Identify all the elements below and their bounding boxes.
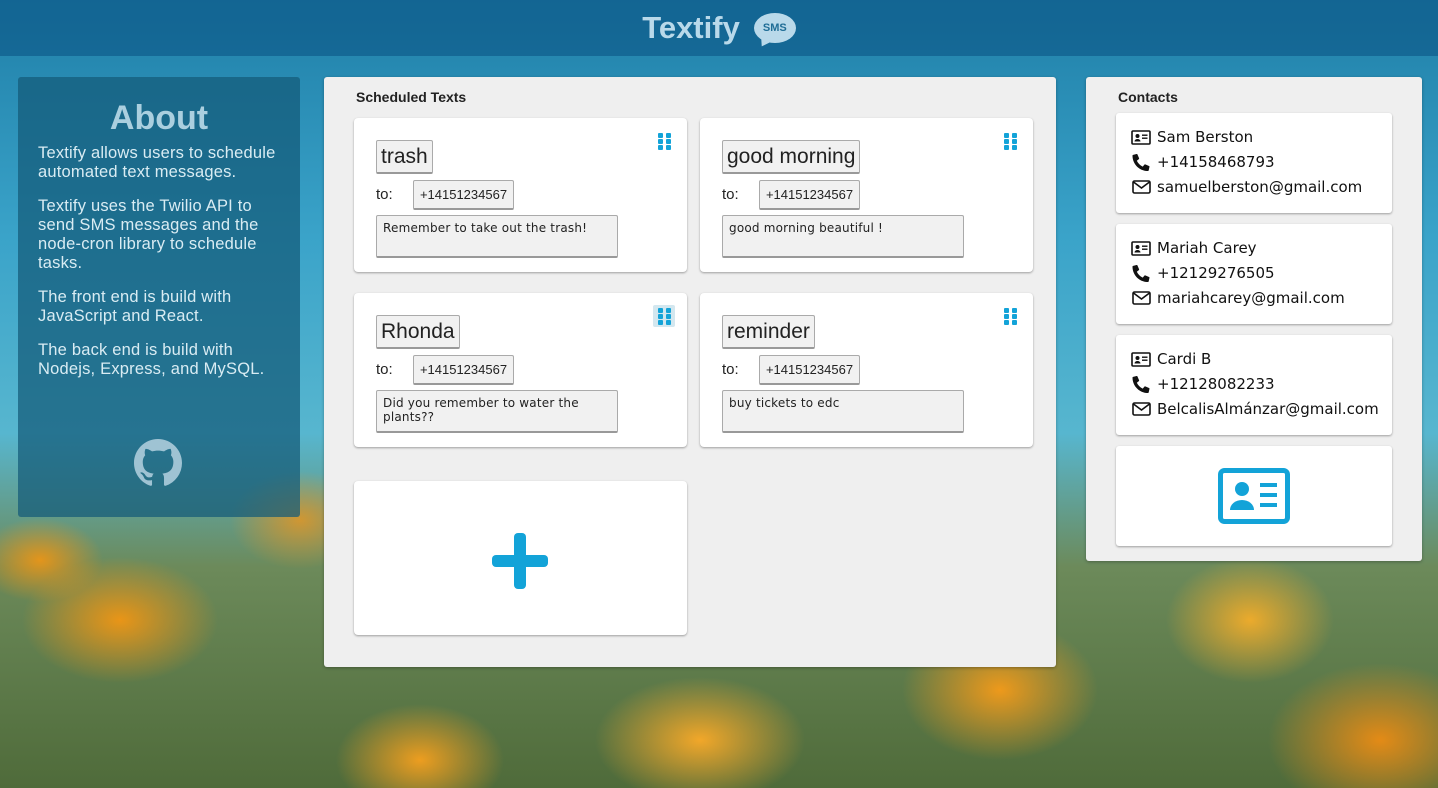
id-card-icon bbox=[1131, 240, 1151, 256]
envelope-icon bbox=[1131, 402, 1151, 416]
contacts-panel: Contacts Sam Berston +14158468793 samuel… bbox=[1086, 77, 1422, 561]
text-title-input[interactable]: trash bbox=[376, 140, 433, 174]
scheduled-texts-title: Scheduled Texts bbox=[356, 89, 467, 105]
contact-name-row: Mariah Carey bbox=[1131, 239, 1257, 257]
contact-email-row: samuelberston@gmail.com bbox=[1131, 178, 1362, 196]
contact-phone-row: +14158468793 bbox=[1131, 153, 1275, 171]
id-card-icon bbox=[1218, 468, 1290, 524]
to-label: to: bbox=[376, 186, 393, 203]
phone-icon bbox=[1131, 264, 1151, 282]
contacts-title: Contacts bbox=[1118, 89, 1178, 105]
contact-email-row: mariahcarey@gmail.com bbox=[1131, 289, 1345, 307]
drag-handle-icon[interactable] bbox=[999, 305, 1021, 327]
scheduled-texts-panel: Scheduled Texts trash to: +14151234567 R… bbox=[324, 77, 1056, 667]
contact-name-row: Cardi B bbox=[1131, 350, 1211, 368]
phone-icon bbox=[1131, 153, 1151, 171]
to-label: to: bbox=[722, 186, 739, 203]
contact-phone: +14158468793 bbox=[1157, 153, 1275, 171]
text-title-input[interactable]: good morning bbox=[722, 140, 861, 174]
phone-input[interactable]: +14151234567 bbox=[759, 180, 860, 210]
drag-handle-icon[interactable] bbox=[999, 130, 1021, 152]
contact-name: Mariah Carey bbox=[1157, 239, 1257, 257]
add-contact-button[interactable] bbox=[1116, 446, 1392, 546]
github-icon[interactable] bbox=[134, 439, 182, 487]
scheduled-text-card: trash to: +14151234567 Remember to take … bbox=[354, 118, 687, 272]
contact-card[interactable]: Sam Berston +14158468793 samuelberston@g… bbox=[1116, 113, 1392, 213]
scheduled-text-card: good morning to: +14151234567 good morni… bbox=[700, 118, 1033, 272]
contact-email-row: BelcalisAlmánzar@gmail.com bbox=[1131, 400, 1379, 418]
message-input[interactable]: Did you remember to water the plants?? bbox=[376, 390, 618, 433]
brand: Textify SMS bbox=[642, 10, 796, 46]
phone-icon bbox=[1131, 375, 1151, 393]
phone-input[interactable]: +14151234567 bbox=[413, 355, 514, 385]
contact-phone: +12129276505 bbox=[1157, 264, 1275, 282]
contact-name: Cardi B bbox=[1157, 350, 1212, 368]
contact-phone-row: +12128082233 bbox=[1131, 375, 1275, 393]
message-input[interactable]: Remember to take out the trash! bbox=[376, 215, 618, 258]
about-title: About bbox=[109, 99, 209, 137]
message-input[interactable]: buy tickets to edc bbox=[722, 390, 964, 433]
contact-email: BelcalisAlmánzar@gmail.com bbox=[1157, 400, 1379, 418]
phone-input[interactable]: +14151234567 bbox=[759, 355, 860, 385]
top-bar: Textify SMS bbox=[0, 0, 1438, 56]
sms-logo-icon: SMS bbox=[753, 13, 796, 43]
drag-handle-icon[interactable] bbox=[653, 305, 675, 327]
contact-email: samuelberston@gmail.com bbox=[1157, 178, 1363, 196]
envelope-icon bbox=[1131, 180, 1151, 194]
id-card-icon bbox=[1131, 129, 1151, 145]
drag-handle-icon[interactable] bbox=[653, 130, 675, 152]
contact-name-row: Sam Berston bbox=[1131, 128, 1253, 146]
contact-phone: +12128082233 bbox=[1157, 375, 1275, 393]
scheduled-text-card: reminder to: +14151234567 buy tickets to… bbox=[700, 293, 1033, 447]
contact-card[interactable]: Mariah Carey +12129276505 mariahcarey@gm… bbox=[1116, 224, 1392, 324]
about-paragraph: The front end is build with JavaScript a… bbox=[38, 288, 232, 325]
message-input[interactable]: good morning beautiful ! bbox=[722, 215, 964, 258]
sms-logo-text: SMS bbox=[762, 22, 787, 34]
contact-card[interactable]: Cardi B +12128082233 BelcalisAlmánzar@gm… bbox=[1116, 335, 1392, 435]
add-scheduled-text-button[interactable] bbox=[354, 481, 687, 635]
id-card-icon bbox=[1131, 351, 1151, 367]
about-panel: About Textify allows users to schedule a… bbox=[18, 77, 300, 517]
text-title-input[interactable]: Rhonda bbox=[376, 315, 460, 349]
contact-name: Sam Berston bbox=[1157, 128, 1254, 146]
contact-email: mariahcarey@gmail.com bbox=[1157, 289, 1345, 307]
scheduled-text-card: Rhonda to: +14151234567 Did you remember… bbox=[354, 293, 687, 447]
to-label: to: bbox=[376, 361, 393, 378]
about-paragraph: Textify uses the Twilio API to send SMS … bbox=[38, 197, 259, 272]
app-title: Textify bbox=[642, 10, 740, 45]
phone-input[interactable]: +14151234567 bbox=[413, 180, 514, 210]
about-paragraph: Textify allows users to schedule automat… bbox=[38, 144, 276, 181]
envelope-icon bbox=[1131, 291, 1151, 305]
text-title-input[interactable]: reminder bbox=[722, 315, 815, 349]
contact-phone-row: +12129276505 bbox=[1131, 264, 1275, 282]
to-label: to: bbox=[722, 361, 739, 378]
about-paragraph: The back end is build with Nodejs, Expre… bbox=[38, 341, 265, 378]
